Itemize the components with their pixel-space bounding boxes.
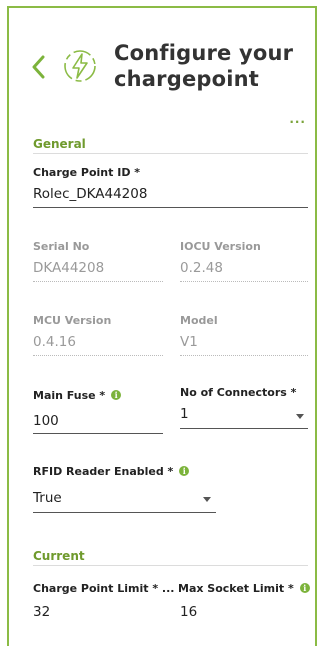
section-divider [33, 153, 308, 154]
iocu-version-underline [180, 281, 308, 282]
charge-point-limit-input[interactable]: 32 [33, 604, 50, 620]
no-of-connectors-select[interactable]: 1 [180, 406, 189, 422]
charge-point-id-label: Charge Point ID * [33, 166, 141, 179]
section-divider [33, 565, 308, 566]
max-socket-limit-label-text: Max Socket Limit * [178, 582, 294, 595]
serial-no-field: DKA44208 [33, 260, 105, 276]
info-icon[interactable]: i [299, 583, 310, 593]
no-of-connectors-label: No of Connectors * [180, 386, 297, 399]
mcu-version-label: MCU Version [33, 314, 112, 327]
info-icon[interactable]: i [111, 390, 122, 400]
main-fuse-underline [33, 433, 163, 434]
main-fuse-label-text: Main Fuse * [33, 389, 106, 402]
charge-point-id-input[interactable]: Rolec_DKA44208 [33, 186, 147, 202]
charge-point-limit-label: Charge Point Limit * ... [33, 582, 175, 595]
rfid-reader-enabled-select[interactable]: True [33, 490, 62, 506]
section-current-heading: Current [33, 549, 85, 563]
mcu-version-field: 0.4.16 [33, 334, 76, 350]
chevron-down-icon[interactable] [296, 414, 304, 419]
section-general-heading: General [33, 137, 86, 151]
mcu-version-underline [33, 355, 163, 356]
no-of-connectors-underline [180, 428, 308, 429]
charge-point-id-underline [33, 207, 308, 208]
rfid-reader-enabled-label-text: RFID Reader Enabled * [33, 465, 174, 478]
info-icon[interactable]: i [179, 466, 190, 476]
main-fuse-label: Main Fuse * i [33, 389, 122, 402]
serial-no-underline [33, 281, 163, 282]
more-options-button[interactable]: ... [289, 112, 306, 126]
max-socket-limit-input[interactable]: 16 [180, 604, 197, 620]
max-socket-limit-label: Max Socket Limit * i [178, 582, 310, 595]
iocu-version-label: IOCU Version [180, 240, 261, 253]
iocu-version-field: 0.2.48 [180, 260, 223, 276]
model-label: Model [180, 314, 218, 327]
back-chevron-icon[interactable] [30, 55, 48, 79]
main-fuse-input[interactable]: 100 [33, 413, 59, 429]
serial-no-label: Serial No [33, 240, 90, 253]
model-field: V1 [180, 334, 198, 350]
lightning-bolt-icon [64, 50, 96, 82]
rfid-reader-enabled-label: RFID Reader Enabled * i [33, 465, 190, 478]
chevron-down-icon[interactable] [203, 497, 211, 502]
rfid-reader-enabled-underline [33, 512, 216, 513]
model-underline [180, 355, 308, 356]
page-title: Configure your chargepoint [114, 41, 294, 91]
